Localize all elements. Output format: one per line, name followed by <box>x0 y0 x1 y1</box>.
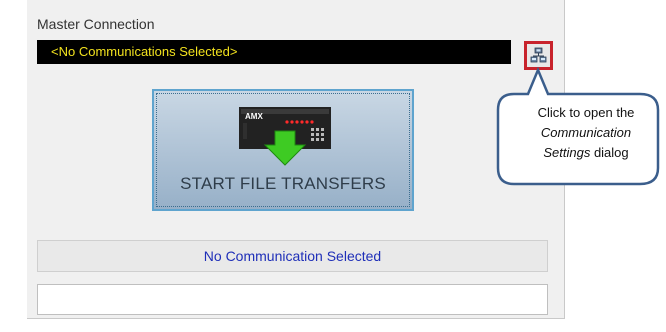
status-text: No Communication Selected <box>203 248 382 264</box>
device-brand-label: AMX <box>245 112 263 121</box>
callout-line-3-rest: dialog <box>590 145 629 160</box>
amx-device-transfer-icon: AMX <box>239 107 331 166</box>
callout-line-1: Click to open the <box>537 105 635 120</box>
master-connection-label: Master Connection <box>37 16 155 32</box>
master-connection-field: <No Communications Selected> <box>37 40 511 64</box>
network-settings-icon <box>530 47 547 63</box>
callout-text: Click to open the Communication Settings… <box>500 103 666 163</box>
callout-line-2: Communication <box>540 125 632 140</box>
start-file-transfers-button[interactable]: AMX START FILE TRANSFERS <box>152 89 414 211</box>
file-input-field[interactable] <box>37 284 548 315</box>
start-file-transfers-label: START FILE TRANSFERS <box>180 174 386 193</box>
master-connection-value: <No Communications Selected> <box>51 44 238 59</box>
callout-line-3-emphasis: Settings <box>543 145 591 160</box>
status-bar: No Communication Selected <box>37 240 548 272</box>
